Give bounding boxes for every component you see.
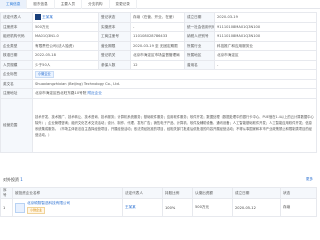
col-rep-header: 法定代表人 (122, 187, 163, 199)
size-value: 少于50人 (32, 59, 99, 70)
tab-shareholders[interactable]: 股东信息 (27, 0, 55, 9)
company-type-value: 有限责任公司(法人独资) (32, 40, 99, 51)
nearby-companies-link[interactable]: 附近企业 (87, 91, 101, 95)
company-logo-icon (15, 202, 25, 213)
org-code-label: 组织机构代码 (0, 31, 33, 42)
col-date-header: 成立日期 (232, 187, 281, 199)
term-label: 营业期限 (98, 40, 131, 51)
invested-company-tag: 小微企业 (27, 207, 46, 214)
est-date-value: 2020-03-19 (214, 12, 317, 23)
region-value: 北京市海淀区 (214, 50, 317, 61)
scope-value: 技术开发、技术推广、技术转让、技术咨询、技术服务；计算机系统服务；基础软件服务；… (32, 97, 317, 153)
investments-table: 序号 被投资企业名称 法定代表人 持股比例 认缴出资额 成立日期 状态 1 北京… (0, 187, 317, 217)
paidin-label: 实缴资本 (98, 21, 131, 32)
row-rep[interactable]: 王某某 (122, 198, 163, 217)
table-header-row: 序号 被投资企业名称 法定代表人 持股比例 认缴出资额 成立日期 状态 (0, 187, 317, 199)
status-value: 存续（在营、开业、在册） (130, 12, 185, 23)
table-row: 企业类型 有限责任公司(法人独资) 营业期限 2020-03-19 至 无固定期… (0, 40, 317, 51)
size-label: 人员规模 (0, 59, 33, 70)
address-value: 北京市海淀区西北旺东路10号院 (35, 91, 87, 96)
reg-capital-value: 500万元 (32, 21, 99, 32)
approval-value: 2022-05-18 (32, 50, 99, 61)
status-label: 登记状态 (98, 12, 131, 23)
table-row: 组织机构代码 MA01Q3N1-0 工商注册号 110108028786433 … (0, 31, 317, 42)
en-name-label: 英文名 (0, 78, 33, 89)
authority-value: 北京市海淀区市场监督管理局 (130, 50, 185, 61)
table-row: 人员规模 少于50人 参保人数 12 曾用名 - (0, 59, 317, 70)
row-ratio: 100% (162, 198, 193, 217)
investments-more-link[interactable]: 更多 (306, 177, 313, 182)
investments-count: 1 (20, 177, 23, 182)
legal-rep-cell: 王某某 (32, 12, 99, 23)
legal-rep-label: 法定代表人 (0, 12, 33, 23)
scope-label: 经营范围 (0, 97, 33, 153)
tab-change-records[interactable]: 变更记录 (110, 0, 137, 9)
investments-title-wrap: 对外投资 1 (3, 177, 23, 183)
col-name-header: 被投资企业名称 (12, 187, 123, 199)
row-index: 1 (0, 198, 13, 217)
col-index-header: 序号 (0, 187, 13, 199)
table-row: 注册地址 北京市海淀区西北旺东路10号院 附近企业 (0, 88, 317, 99)
approval-label: 核准日期 (0, 50, 33, 61)
tab-key-personnel[interactable]: 主要人员 (55, 0, 83, 9)
tax-no-value: 91110108MA01Q3N10X (214, 31, 317, 42)
table-row: 英文名 Shuoxiangzhixian (Beijing) Technolog… (0, 78, 317, 89)
authority-label: 登记机关 (98, 50, 131, 61)
col-amount-header: 认缴出资额 (192, 187, 233, 199)
tax-no-label: 纳税人识别号 (184, 31, 215, 42)
credit-code-label: 统一社会信用代码 (184, 21, 215, 32)
tab-bar: 工商信息 股东信息 主要人员 分支机构 变更记录 (0, 0, 320, 9)
tab-branches[interactable]: 分支机构 (82, 0, 110, 9)
legal-rep-link[interactable]: 王某某 (42, 15, 53, 19)
row-status: 存续 (280, 198, 317, 217)
col-ratio-header: 持股比例 (162, 187, 193, 199)
company-tag-badge: 小微企业 (35, 71, 54, 79)
row-company-cell: 北京硕翔智选科技有限公司 小微企业 (12, 198, 123, 217)
company-type-label: 企业类型 (0, 40, 33, 51)
table-row: 经营范围 技术开发、技术推广、技术转让、技术咨询、技术服务；计算机系统服务；基础… (0, 97, 317, 153)
former-value: - (214, 59, 317, 70)
en-name-value: Shuoxiangzhixian (Beijing) Technology Co… (32, 78, 317, 89)
col-status-header: 状态 (280, 187, 317, 199)
table-row: 1 北京硕翔智选科技有限公司 小微企业 王某某 100% 500万元 2020-… (0, 198, 317, 217)
tag-cell: 小微企业 (32, 69, 317, 80)
insured-value: 12 (130, 59, 185, 70)
reg-no-value: 110108028786433 (130, 31, 185, 42)
table-row: 核准日期 2022-05-18 登记机关 北京市海淀区市场监督管理局 所属地区 … (0, 50, 317, 61)
avatar (35, 14, 41, 21)
reg-capital-label: 注册资本 (0, 21, 33, 32)
insured-label: 参保人数 (98, 59, 131, 70)
investments-title: 对外投资 (3, 177, 19, 182)
invested-company-link[interactable]: 北京硕翔智选科技有限公司 (27, 201, 70, 205)
tag-label: 企业标签 (0, 69, 33, 80)
investments-header: 对外投资 1 更多 (0, 176, 316, 185)
term-value: 2020-03-19 至 无固定期限 (130, 40, 185, 51)
row-amount: 500万元 (192, 198, 233, 217)
industry-value: 科技推广和应用服务业 (214, 40, 317, 51)
row-date: 2020-05-12 (232, 198, 281, 217)
est-date-label: 成立日期 (184, 12, 215, 23)
region-label: 所属地区 (184, 50, 215, 61)
paidin-value: - (130, 21, 185, 32)
credit-code-value: 91110108MA01Q3N10X (214, 21, 317, 32)
table-row: 注册资本 500万元 实缴资本 - 统一社会信用代码 91110108MA01Q… (0, 21, 317, 32)
reg-no-label: 工商注册号 (98, 31, 131, 42)
former-label: 曾用名 (184, 59, 215, 70)
industry-label: 所属行业 (184, 40, 215, 51)
table-row: 企业标签 小微企业 (0, 69, 317, 80)
address-cell: 北京市海淀区西北旺东路10号院 附近企业 (32, 88, 317, 99)
org-code-value: MA01Q3N1-0 (32, 31, 99, 42)
address-label: 注册地址 (0, 88, 33, 99)
table-row: 法定代表人 王某某 登记状态 存续（在营、开业、在册） 成立日期 2020-03… (0, 12, 317, 23)
tab-business-info[interactable]: 工商信息 (0, 0, 28, 9)
business-info-table: 法定代表人 王某某 登记状态 存续（在营、开业、在册） 成立日期 2020-03… (0, 12, 317, 153)
